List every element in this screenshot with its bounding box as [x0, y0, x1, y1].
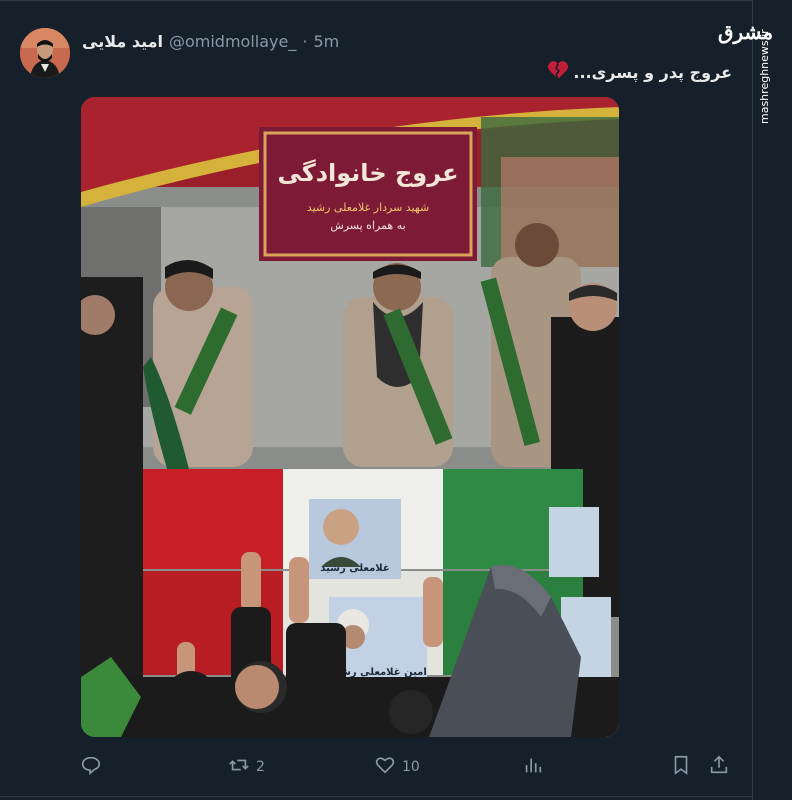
retweet-icon [228, 754, 250, 780]
author-name[interactable]: امید ملایی [82, 32, 163, 51]
like-heart-icon [374, 754, 396, 780]
top-divider [0, 0, 752, 1]
banner-title: عروج خانوادگی [277, 159, 458, 187]
views-chart-icon [522, 754, 544, 780]
tweet-actions: 2 10 [80, 754, 740, 780]
bookmark-button[interactable] [670, 754, 692, 780]
broken-heart-icon [547, 60, 569, 84]
author-handle[interactable]: @omidmollaye_ [169, 32, 296, 51]
tweet-time[interactable]: 5m [313, 32, 339, 51]
banner-line1: شهید سردار غلامعلی رشید [307, 201, 429, 214]
tweet-text-content: عروج پدر و پسری... [573, 62, 732, 82]
bookmark-icon [670, 754, 692, 780]
reply-button[interactable] [80, 754, 108, 780]
watermark-site: mashreghnews.ir [758, 29, 771, 124]
retweet-count: 2 [256, 759, 265, 775]
retweet-button[interactable]: 2 [228, 754, 265, 780]
tweet-photo[interactable]: عروج خانوادگی شهید سردار غلامعلی رشید به… [81, 97, 619, 737]
poster-caption-1: غلامعلی رشید [320, 563, 389, 574]
bottom-divider [0, 796, 752, 797]
tweet-text: عروج پدر و پسری... [547, 60, 732, 84]
tweet-header: امید ملایی @omidmollaye_ · 5m [82, 30, 339, 52]
reply-icon [80, 754, 102, 780]
like-button[interactable]: 10 [374, 754, 420, 780]
share-icon [708, 754, 730, 780]
avatar[interactable] [20, 28, 70, 78]
separator-dot: · [302, 31, 308, 51]
views-button[interactable] [522, 754, 550, 780]
share-button[interactable] [708, 754, 730, 780]
banner-line2: به همراه پسرش [330, 219, 405, 232]
like-count: 10 [402, 759, 420, 775]
